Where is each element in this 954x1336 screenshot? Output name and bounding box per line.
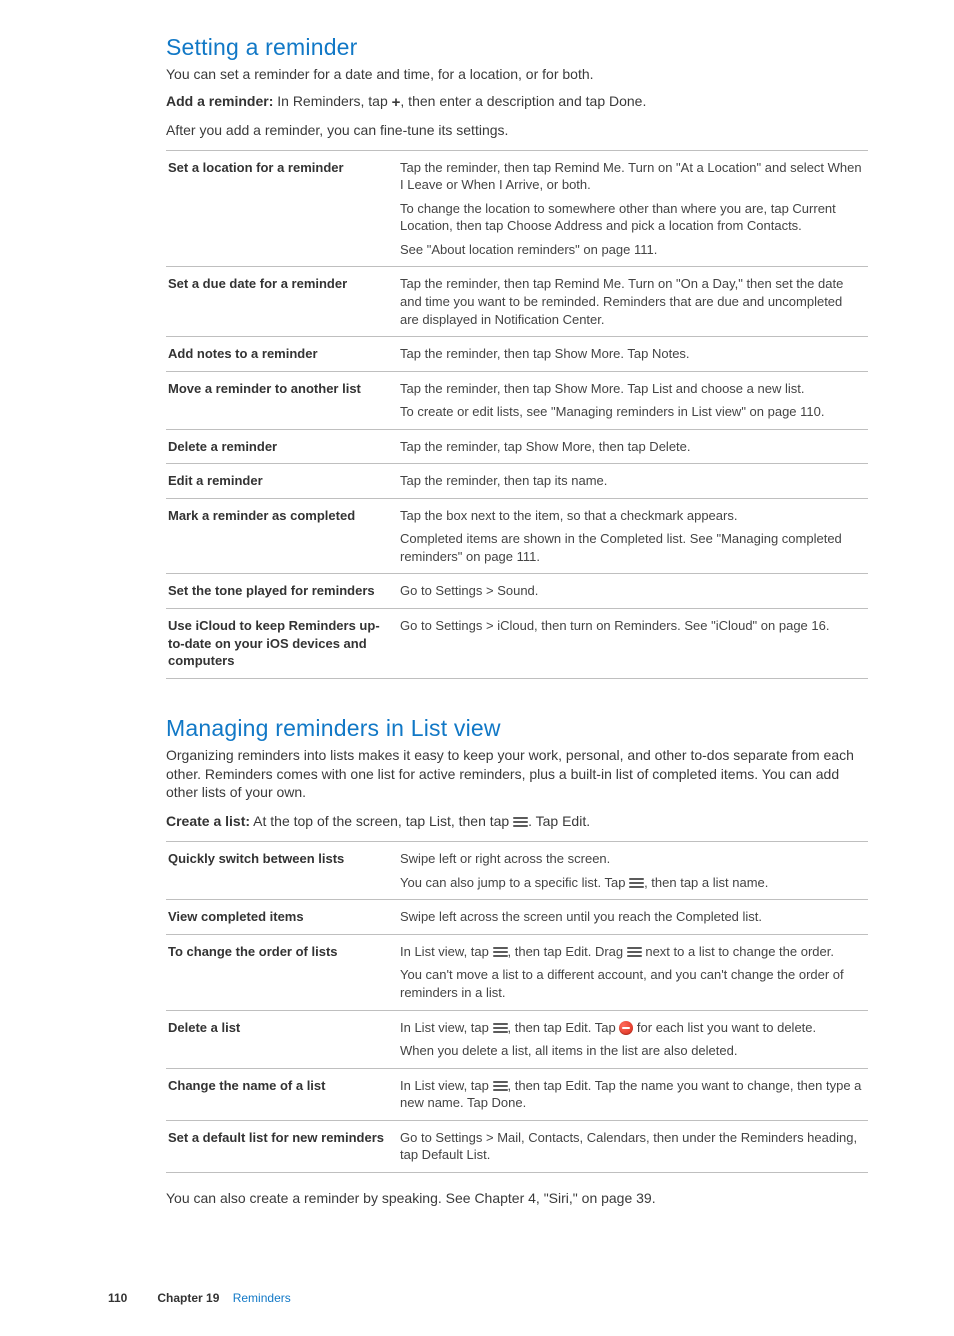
row-desc: In List view, tap , then tap Edit. Tap t… — [398, 1068, 868, 1120]
section-heading-managing: Managing reminders in List view — [166, 713, 868, 744]
row-desc: Go to Settings > Mail, Contacts, Calenda… — [398, 1120, 868, 1172]
row-desc-paragraph: Tap the reminder, then tap Show More. Ta… — [400, 380, 862, 398]
table-row: Set a default list for new remindersGo t… — [166, 1120, 868, 1172]
row-desc-paragraph: Tap the reminder, then tap Remind Me. Tu… — [400, 159, 862, 194]
footer-chapter: Chapter 19 — [157, 1291, 219, 1305]
table-row: Mark a reminder as completedTap the box … — [166, 498, 868, 574]
section1-intro: You can set a reminder for a date and ti… — [166, 65, 868, 84]
row-desc: Tap the box next to the item, so that a … — [398, 498, 868, 574]
row-label: Change the name of a list — [166, 1068, 398, 1120]
row-desc-paragraph: Completed items are shown in the Complet… — [400, 530, 862, 565]
table-row: Set a due date for a reminderTap the rem… — [166, 267, 868, 337]
row-label: Set a location for a reminder — [166, 150, 398, 267]
row-desc-paragraph: To change the location to somewhere othe… — [400, 200, 862, 235]
section2-intro: Organizing reminders into lists makes it… — [166, 746, 868, 803]
create-a-list-line: Create a list: At the top of the screen,… — [166, 812, 868, 831]
row-label: Quickly switch between lists — [166, 842, 398, 900]
row-desc: Go to Settings > Sound. — [398, 574, 868, 609]
row-desc-paragraph: You can also jump to a specific list. Ta… — [400, 874, 862, 892]
list-icon — [629, 878, 644, 889]
table-row: To change the order of listsIn List view… — [166, 934, 868, 1010]
row-desc: Tap the reminder, then tap Show More. Ta… — [398, 337, 868, 372]
row-desc: Tap the reminder, then tap its name. — [398, 464, 868, 499]
page-number: 110 — [108, 1290, 154, 1306]
row-desc-paragraph: In List view, tap , then tap Edit. Drag … — [400, 943, 862, 961]
table-row: Quickly switch between listsSwipe left o… — [166, 842, 868, 900]
row-label: Edit a reminder — [166, 464, 398, 499]
list-icon — [493, 947, 508, 958]
table-row: Use iCloud to keep Reminders up-to-date … — [166, 609, 868, 679]
settings-table-1: Set a location for a reminderTap the rem… — [166, 150, 868, 679]
row-label: To change the order of lists — [166, 934, 398, 1010]
row-desc-paragraph: Tap the reminder, tap Show More, then ta… — [400, 438, 862, 456]
row-desc: Swipe left across the screen until you r… — [398, 900, 868, 935]
settings-table-2: Quickly switch between listsSwipe left o… — [166, 841, 868, 1173]
create-list-label: Create a list: — [166, 813, 250, 829]
table-row: Add notes to a reminderTap the reminder,… — [166, 337, 868, 372]
row-desc: Swipe left or right across the screen. Yo… — [398, 842, 868, 900]
list-icon — [493, 1081, 508, 1092]
table-row: Set a location for a reminderTap the rem… — [166, 150, 868, 267]
delete-minus-icon — [619, 1021, 633, 1035]
table-row: Change the name of a listIn List view, t… — [166, 1068, 868, 1120]
row-desc-paragraph: Tap the reminder, then tap its name. — [400, 472, 862, 490]
row-desc-paragraph: To create or edit lists, see "Managing r… — [400, 403, 862, 421]
row-desc-paragraph: In List view, tap , then tap Edit. Tap t… — [400, 1077, 862, 1112]
row-label: Add notes to a reminder — [166, 337, 398, 372]
add-reminder-before: In Reminders, tap — [273, 93, 391, 109]
list-icon — [627, 947, 642, 958]
row-desc: Tap the reminder, tap Show More, then ta… — [398, 429, 868, 464]
plus-icon: + — [392, 95, 401, 110]
row-desc: Tap the reminder, then tap Remind Me. Tu… — [398, 267, 868, 337]
row-desc-paragraph: Go to Settings > Sound. — [400, 582, 862, 600]
page-footer: 110 Chapter 19 Reminders — [0, 1290, 954, 1306]
section-heading-setting: Setting a reminder — [166, 32, 868, 63]
row-label: Set the tone played for reminders — [166, 574, 398, 609]
row-label: Delete a reminder — [166, 429, 398, 464]
row-desc-paragraph: Tap the box next to the item, so that a … — [400, 507, 862, 525]
row-desc-paragraph: In List view, tap , then tap Edit. Tap f… — [400, 1019, 862, 1037]
table-row: Delete a listIn List view, tap , then ta… — [166, 1010, 868, 1068]
row-desc-paragraph: Go to Settings > Mail, Contacts, Calenda… — [400, 1129, 862, 1164]
row-label: Set a default list for new reminders — [166, 1120, 398, 1172]
row-label: Move a reminder to another list — [166, 371, 398, 429]
row-label: View completed items — [166, 900, 398, 935]
table-row: View completed itemsSwipe left across th… — [166, 900, 868, 935]
add-reminder-after: , then enter a description and tap Done. — [400, 93, 646, 109]
section2-outro: You can also create a reminder by speaki… — [166, 1189, 868, 1208]
row-desc-paragraph: Swipe left or right across the screen. — [400, 850, 862, 868]
row-label: Use iCloud to keep Reminders up-to-date … — [166, 609, 398, 679]
row-desc-paragraph: Swipe left across the screen until you r… — [400, 908, 862, 926]
row-desc-paragraph: When you delete a list, all items in the… — [400, 1042, 862, 1060]
footer-section: Reminders — [233, 1291, 291, 1305]
add-reminder-label: Add a reminder: — [166, 93, 273, 109]
row-desc-paragraph: Tap the reminder, then tap Show More. Ta… — [400, 345, 862, 363]
row-desc: In List view, tap , then tap Edit. Drag … — [398, 934, 868, 1010]
row-desc-paragraph: You can't move a list to a different acc… — [400, 966, 862, 1001]
row-desc: Go to Settings > iCloud, then turn on Re… — [398, 609, 868, 679]
table-row: Delete a reminderTap the reminder, tap S… — [166, 429, 868, 464]
table-row: Move a reminder to another listTap the r… — [166, 371, 868, 429]
add-a-reminder-line: Add a reminder: In Reminders, tap +, the… — [166, 92, 868, 111]
row-desc: Tap the reminder, then tap Show More. Ta… — [398, 371, 868, 429]
list-icon — [513, 817, 528, 828]
row-label: Mark a reminder as completed — [166, 498, 398, 574]
row-desc-paragraph: Go to Settings > iCloud, then turn on Re… — [400, 617, 862, 635]
row-desc: Tap the reminder, then tap Remind Me. Tu… — [398, 150, 868, 267]
create-list-before: At the top of the screen, tap List, then… — [250, 813, 513, 829]
table-row: Edit a reminderTap the reminder, then ta… — [166, 464, 868, 499]
after-add-text: After you add a reminder, you can fine-t… — [166, 121, 868, 140]
row-label: Delete a list — [166, 1010, 398, 1068]
row-desc: In List view, tap , then tap Edit. Tap f… — [398, 1010, 868, 1068]
table-row: Set the tone played for remindersGo to S… — [166, 574, 868, 609]
row-desc-paragraph: See "About location reminders" on page 1… — [400, 241, 862, 259]
row-desc-paragraph: Tap the reminder, then tap Remind Me. Tu… — [400, 275, 862, 328]
create-list-after: . Tap Edit. — [528, 813, 590, 829]
list-icon — [493, 1023, 508, 1034]
row-label: Set a due date for a reminder — [166, 267, 398, 337]
